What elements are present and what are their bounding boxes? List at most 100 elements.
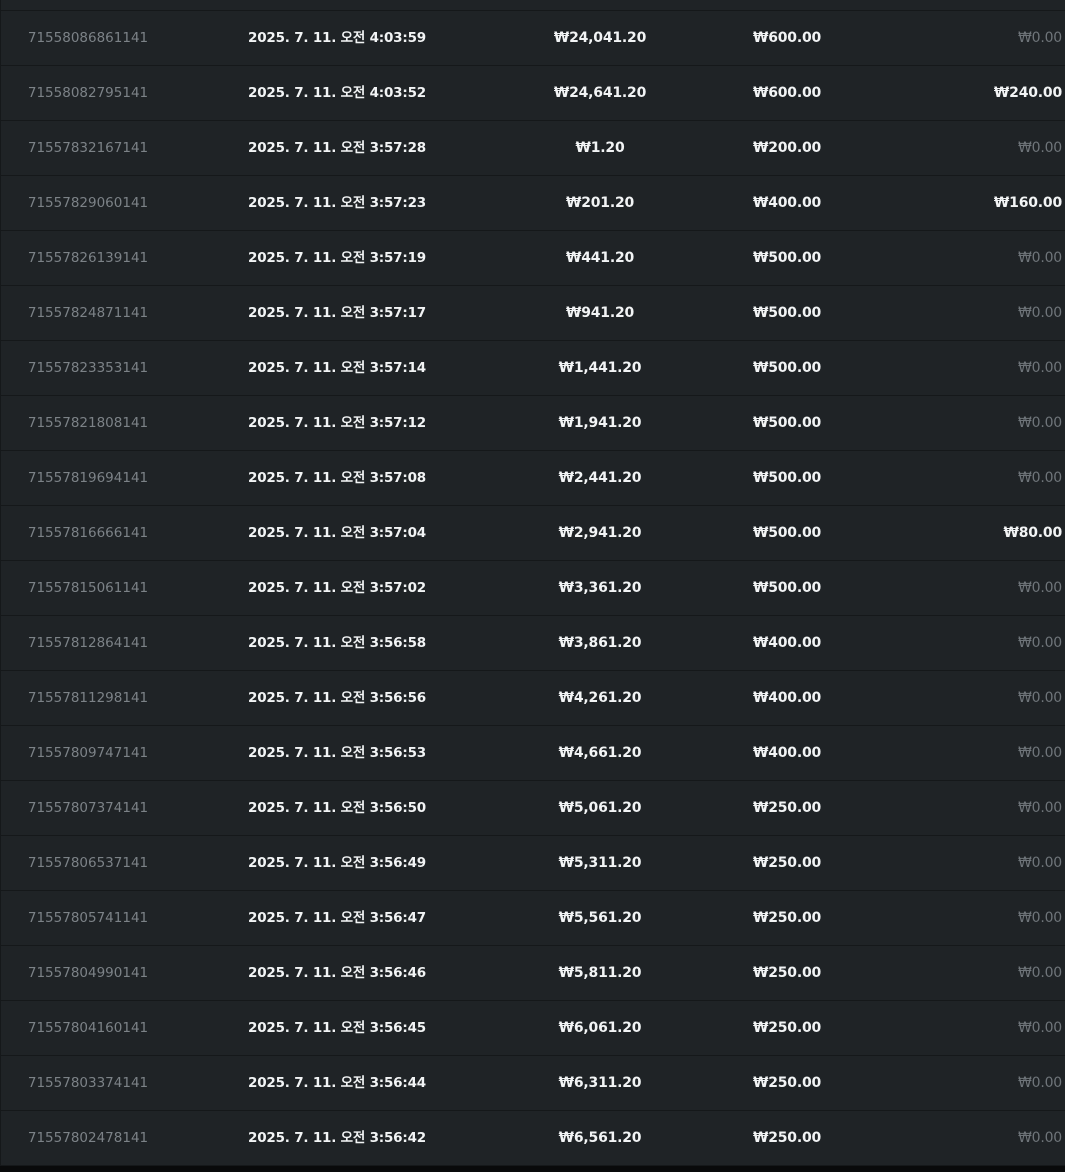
round-id: 71557832167141 <box>27 140 149 156</box>
balance-amount: ₩201.20 <box>565 195 635 211</box>
table-row[interactable]: 71557826139141 2025. 7. 11. 오전 3:57:19 ₩44… <box>1 231 1065 286</box>
win-amount: ₩160.00 <box>993 195 1062 211</box>
bottom-edge <box>0 1166 1065 1172</box>
table-top-edge <box>1 0 1065 11</box>
bet-amount: ₩500.00 <box>752 415 822 431</box>
balance-amount: ₩2,441.20 <box>558 470 642 486</box>
bet-amount: ₩250.00 <box>752 910 822 926</box>
table-row[interactable]: 71557832167141 2025. 7. 11. 오전 3:57:28 ₩1.… <box>1 121 1065 176</box>
table-row[interactable]: 71557804160141 2025. 7. 11. 오전 3:56:45 ₩6,… <box>1 1001 1065 1056</box>
round-id: 71558086861141 <box>27 30 149 46</box>
table-row[interactable]: 71557804990141 2025. 7. 11. 오전 3:56:46 ₩5,… <box>1 946 1065 1001</box>
round-time: 2025. 7. 11. 오전 3:56:44 <box>248 1075 426 1091</box>
table-row[interactable]: 71557824871141 2025. 7. 11. 오전 3:57:17 ₩94… <box>1 286 1065 341</box>
balance-amount: ₩3,361.20 <box>558 580 642 596</box>
round-id: 71558082795141 <box>27 85 149 101</box>
balance-amount: ₩941.20 <box>565 305 635 321</box>
round-time: 2025. 7. 11. 오전 3:57:08 <box>248 470 426 486</box>
bet-amount: ₩200.00 <box>752 140 822 156</box>
table-row[interactable]: 71557815061141 2025. 7. 11. 오전 3:57:02 ₩3,… <box>1 561 1065 616</box>
win-amount: ₩0.00 <box>1017 690 1062 706</box>
balance-amount: ₩3,861.20 <box>558 635 642 651</box>
table-row[interactable]: 71557819694141 2025. 7. 11. 오전 3:57:08 ₩2,… <box>1 451 1065 506</box>
round-id: 71557805741141 <box>27 910 149 926</box>
balance-amount: ₩1,441.20 <box>558 360 642 376</box>
round-time: 2025. 7. 11. 오전 3:57:14 <box>248 360 426 376</box>
table-row[interactable]: 71557803374141 2025. 7. 11. 오전 3:56:44 ₩6,… <box>1 1056 1065 1111</box>
round-id: 71557815061141 <box>27 580 149 596</box>
win-amount: ₩0.00 <box>1017 250 1062 266</box>
table-row[interactable]: 71558086861141 2025. 7. 11. 오전 4:03:59 ₩24… <box>1 11 1065 66</box>
table-row[interactable]: 71557812864141 2025. 7. 11. 오전 3:56:58 ₩3,… <box>1 616 1065 671</box>
table-row[interactable]: 71557816666141 2025. 7. 11. 오전 3:57:04 ₩2,… <box>1 506 1065 561</box>
balance-amount: ₩24,641.20 <box>553 85 647 101</box>
table-row[interactable]: 71557802478141 2025. 7. 11. 오전 3:56:42 ₩6,… <box>1 1111 1065 1166</box>
balance-amount: ₩5,061.20 <box>558 800 642 816</box>
bet-amount: ₩250.00 <box>752 855 822 871</box>
round-time: 2025. 7. 11. 오전 3:56:49 <box>248 855 426 871</box>
round-id: 71557819694141 <box>27 470 149 486</box>
win-amount: ₩0.00 <box>1017 470 1062 486</box>
round-id: 71557811298141 <box>27 690 149 706</box>
round-id: 71557803374141 <box>27 1075 149 1091</box>
bet-amount: ₩500.00 <box>752 580 822 596</box>
balance-amount: ₩6,561.20 <box>558 1130 642 1146</box>
bet-amount: ₩400.00 <box>752 690 822 706</box>
round-time: 2025. 7. 11. 오전 3:56:50 <box>248 800 426 816</box>
round-id: 71557807374141 <box>27 800 149 816</box>
win-amount: ₩0.00 <box>1017 800 1062 816</box>
table-row[interactable]: 71557809747141 2025. 7. 11. 오전 3:56:53 ₩4,… <box>1 726 1065 781</box>
balance-amount: ₩1.20 <box>575 140 625 156</box>
table-row[interactable]: 71557805741141 2025. 7. 11. 오전 3:56:47 ₩5,… <box>1 891 1065 946</box>
round-id: 71557816666141 <box>27 525 149 541</box>
table-row[interactable]: 71557829060141 2025. 7. 11. 오전 3:57:23 ₩20… <box>1 176 1065 231</box>
balance-amount: ₩4,661.20 <box>558 745 642 761</box>
win-amount: ₩0.00 <box>1017 360 1062 376</box>
table-body: 71558086861141 2025. 7. 11. 오전 4:03:59 ₩24… <box>1 11 1065 1166</box>
bet-amount: ₩600.00 <box>752 30 822 46</box>
round-id: 71557809747141 <box>27 745 149 761</box>
round-time: 2025. 7. 11. 오전 4:03:52 <box>248 85 426 101</box>
table-row[interactable]: 71557806537141 2025. 7. 11. 오전 3:56:49 ₩5,… <box>1 836 1065 891</box>
win-amount: ₩0.00 <box>1017 580 1062 596</box>
round-id: 71557812864141 <box>27 635 149 651</box>
win-amount: ₩0.00 <box>1017 910 1062 926</box>
balance-amount: ₩5,311.20 <box>558 855 642 871</box>
round-id: 71557821808141 <box>27 415 149 431</box>
round-id: 71557806537141 <box>27 855 149 871</box>
table-row[interactable]: 71557807374141 2025. 7. 11. 오전 3:56:50 ₩5,… <box>1 781 1065 836</box>
win-amount: ₩240.00 <box>993 85 1062 101</box>
bet-amount: ₩250.00 <box>752 1020 822 1036</box>
win-amount: ₩0.00 <box>1017 415 1062 431</box>
round-id: 71557826139141 <box>27 250 149 266</box>
round-id: 71557804160141 <box>27 1020 149 1036</box>
table-row[interactable]: 71557823353141 2025. 7. 11. 오전 3:57:14 ₩1,… <box>1 341 1065 396</box>
table-row[interactable]: 71557811298141 2025. 7. 11. 오전 3:56:56 ₩4,… <box>1 671 1065 726</box>
bet-history-table: 71558086861141 2025. 7. 11. 오전 4:03:59 ₩24… <box>0 0 1065 1166</box>
round-id: 71557823353141 <box>27 360 149 376</box>
balance-amount: ₩2,941.20 <box>558 525 642 541</box>
win-amount: ₩0.00 <box>1017 855 1062 871</box>
round-time: 2025. 7. 11. 오전 3:57:19 <box>248 250 426 266</box>
table-row[interactable]: 71557821808141 2025. 7. 11. 오전 3:57:12 ₩1,… <box>1 396 1065 451</box>
bet-amount: ₩250.00 <box>752 800 822 816</box>
round-time: 2025. 7. 11. 오전 3:56:53 <box>248 745 426 761</box>
bet-amount: ₩250.00 <box>752 1130 822 1146</box>
balance-amount: ₩6,061.20 <box>558 1020 642 1036</box>
table-row[interactable]: 71558082795141 2025. 7. 11. 오전 4:03:52 ₩24… <box>1 66 1065 121</box>
round-time: 2025. 7. 11. 오전 3:57:12 <box>248 415 426 431</box>
round-id: 71557802478141 <box>27 1130 149 1146</box>
round-time: 2025. 7. 11. 오전 3:56:46 <box>248 965 426 981</box>
bet-amount: ₩500.00 <box>752 305 822 321</box>
bet-amount: ₩400.00 <box>752 635 822 651</box>
round-time: 2025. 7. 11. 오전 3:56:42 <box>248 1130 426 1146</box>
win-amount: ₩0.00 <box>1017 30 1062 46</box>
round-id: 71557804990141 <box>27 965 149 981</box>
balance-amount: ₩441.20 <box>565 250 635 266</box>
balance-amount: ₩1,941.20 <box>558 415 642 431</box>
bet-amount: ₩500.00 <box>752 470 822 486</box>
round-time: 2025. 7. 11. 오전 3:56:58 <box>248 635 426 651</box>
balance-amount: ₩6,311.20 <box>558 1075 642 1091</box>
win-amount: ₩0.00 <box>1017 1075 1062 1091</box>
round-time: 2025. 7. 11. 오전 3:56:56 <box>248 690 426 706</box>
